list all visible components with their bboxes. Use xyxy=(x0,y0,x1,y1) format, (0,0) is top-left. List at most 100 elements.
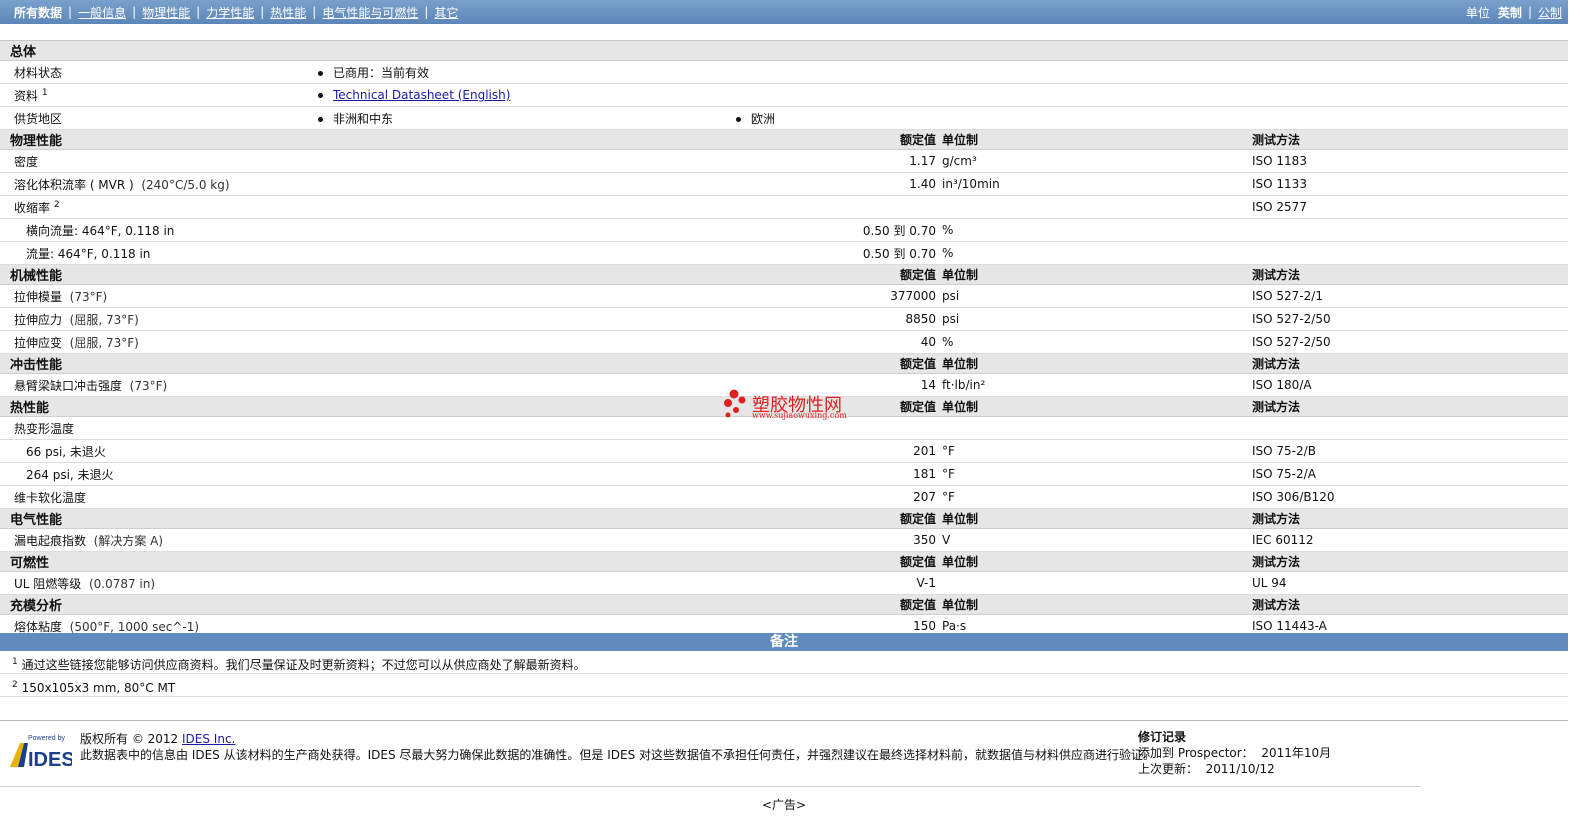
property-test-method: ISO 527-2/1 xyxy=(1252,284,1568,308)
bullet-icon xyxy=(318,70,323,76)
header-nominal: 额定值 xyxy=(736,129,942,150)
rev-added-label: 添加到 Prospector： xyxy=(1138,746,1254,760)
remark-text: 通过这些链接您能够访问供应商资料。我们尽量保证及时更新资料；不过您可以从供应商处… xyxy=(21,658,586,672)
logo-powered-text: Powered by xyxy=(28,735,65,742)
header-test-method: 测试方法 xyxy=(1252,129,1568,150)
bullet-icon xyxy=(318,93,323,98)
property-unit xyxy=(942,195,1252,219)
property-row: 流量: 464°F, 0.118 in 0.50 到 0.70% xyxy=(0,241,1568,265)
footnote-ref: 1 xyxy=(12,657,18,667)
header-test-method: 测试方法 xyxy=(1252,508,1568,529)
header-unit: 单位制 xyxy=(942,396,1252,417)
tab-general[interactable]: 一般信息 xyxy=(78,4,126,21)
property-test-method: ISO 527-2/50 xyxy=(1252,330,1568,354)
datasheet-table: 总体 材料状态 已商用：当前有效 资料 1 Technical Datashee… xyxy=(0,41,1568,638)
section-title: 机械性能 xyxy=(0,264,736,285)
property-name: 拉伸应力 xyxy=(14,312,63,327)
property-row: 拉伸应变 (屈服, 73°F) 40% ISO 527-2/50 xyxy=(0,330,1568,354)
property-name: 热变形温度 xyxy=(14,421,75,436)
copyright: 版权所有 © 2012 xyxy=(80,732,179,746)
property-condition: (73°F) xyxy=(69,289,108,304)
footnote-ref: 2 xyxy=(12,680,18,690)
divider xyxy=(0,786,1420,787)
unit-label: 单位 xyxy=(1465,5,1490,20)
remarks: 备注 1 通过这些链接您能够访问供应商资料。我们尽量保证及时更新资料；不过您可以… xyxy=(0,633,1568,697)
property-unit: °F xyxy=(942,439,1252,463)
property-value: 350 xyxy=(736,528,942,552)
revision-history: 修订记录 添加到 Prospector： 2011年10月 上次更新： 2011… xyxy=(1138,729,1331,777)
property-name: 流量: 464°F, 0.118 in xyxy=(26,246,151,261)
property-unit: °F xyxy=(942,462,1252,486)
property-test-method: ISO 2577 xyxy=(1252,195,1568,219)
property-unit: % xyxy=(942,241,1252,265)
property-row: 横向流量: 464°F, 0.118 in 0.50 到 0.70% xyxy=(0,218,1568,242)
rev-updated-label: 上次更新： xyxy=(1138,762,1199,776)
remark-item: 1 通过这些链接您能够访问供应商资料。我们尽量保证及时更新资料；不过您可以从供应… xyxy=(0,651,1568,674)
section-impact: 冲击性能 额定值 单位制 测试方法 xyxy=(0,353,1568,374)
row-supply-region: 供货地区 非洲和中东 欧洲 xyxy=(0,106,1568,130)
tab-all-data[interactable]: 所有数据 xyxy=(14,4,62,21)
section-title: 可燃性 xyxy=(0,551,736,572)
property-name: 熔体粘度 xyxy=(14,619,63,634)
row-label: 材料状态 xyxy=(0,60,318,84)
property-test-method: ISO 180/A xyxy=(1252,373,1568,397)
section-title: 总体 xyxy=(0,41,1568,61)
property-value: 8850 xyxy=(736,307,942,331)
tab-electrical-flammability[interactable]: 电气性能与可燃性 xyxy=(322,4,418,21)
section-electrical: 电气性能 额定值 单位制 测试方法 xyxy=(0,508,1568,529)
property-unit: % xyxy=(942,218,1252,242)
unit-english[interactable]: 英制 xyxy=(1498,4,1522,21)
top-nav: 所有数据 | 一般信息 | 物理性能 | 力学性能 | 热性能 | 电气性能与可… xyxy=(0,0,1568,24)
section-title: 充模分析 xyxy=(0,594,736,615)
unit-metric-link[interactable]: 公制 xyxy=(1538,4,1562,21)
header-nominal: 额定值 xyxy=(736,264,942,285)
header-unit: 单位制 xyxy=(942,551,1252,572)
ides-link[interactable]: IDES Inc. xyxy=(182,732,235,746)
property-value: 1.17 xyxy=(736,149,942,173)
bullet-icon xyxy=(736,116,741,122)
property-value: V-1 xyxy=(736,571,942,595)
header-unit: 单位制 xyxy=(942,353,1252,374)
section-title: 物理性能 xyxy=(0,129,736,150)
header-unit: 单位制 xyxy=(942,594,1252,615)
header-unit: 单位制 xyxy=(942,264,1252,285)
property-condition: (解决方案 A) xyxy=(93,533,164,548)
tab-thermal[interactable]: 热性能 xyxy=(270,4,306,21)
property-row: 66 psi, 未退火 201 °F ISO 75-2/B xyxy=(0,439,1568,463)
property-row: 收缩率 2 ISO 2577 xyxy=(0,195,1568,219)
property-unit: % xyxy=(942,330,1252,354)
ides-logo-icon: Powered by IDES xyxy=(10,735,72,769)
header-unit: 单位制 xyxy=(942,508,1252,529)
property-test-method: ISO 75-2/B xyxy=(1252,439,1568,463)
property-row: 264 psi, 未退火 181 °F ISO 75-2/A xyxy=(0,462,1568,486)
property-name: 收缩率 xyxy=(14,200,51,215)
property-name: 拉伸应变 xyxy=(14,335,63,350)
property-test-method xyxy=(1252,218,1568,242)
row-value: 已商用：当前有效 xyxy=(333,65,430,80)
property-row: 拉伸模量 (73°F) 377000 psi ISO 527-2/1 xyxy=(0,284,1568,308)
header-test-method: 测试方法 xyxy=(1252,264,1568,285)
datasheet-link[interactable]: Technical Datasheet (English) xyxy=(333,88,510,102)
header-test-method: 测试方法 xyxy=(1252,551,1568,572)
property-name: 漏电起痕指数 xyxy=(14,533,87,548)
header-nominal: 额定值 xyxy=(736,594,942,615)
property-condition: (0.0787 in) xyxy=(88,576,156,591)
property-value: 0.50 到 0.70 xyxy=(736,218,942,242)
property-test-method: UL 94 xyxy=(1252,571,1568,595)
footer-text: 版权所有 © 2012 IDES Inc. 此数据表中的信息由 IDES 从该材… xyxy=(80,731,1155,763)
remark-item: 2 150x105x3 mm, 80°C MT xyxy=(0,674,1568,697)
property-name: 264 psi, 未退火 xyxy=(26,467,114,482)
region-value: 欧洲 xyxy=(751,111,776,126)
property-test-method xyxy=(1252,241,1568,265)
property-condition: (240°C/5.0 kg) xyxy=(141,177,230,192)
tab-other[interactable]: 其它 xyxy=(434,4,458,21)
property-test-method: ISO 75-2/A xyxy=(1252,462,1568,486)
property-value xyxy=(736,195,942,219)
tab-mechanical[interactable]: 力学性能 xyxy=(206,4,254,21)
tab-physical[interactable]: 物理性能 xyxy=(142,4,190,21)
footnote-ref: 2 xyxy=(53,199,60,210)
property-row: 拉伸应力 (屈服, 73°F) 8850 psi ISO 527-2/50 xyxy=(0,307,1568,331)
property-unit: in³/10min xyxy=(942,172,1252,196)
property-condition: (73°F) xyxy=(129,378,168,393)
watermark-logo-icon xyxy=(724,389,746,418)
